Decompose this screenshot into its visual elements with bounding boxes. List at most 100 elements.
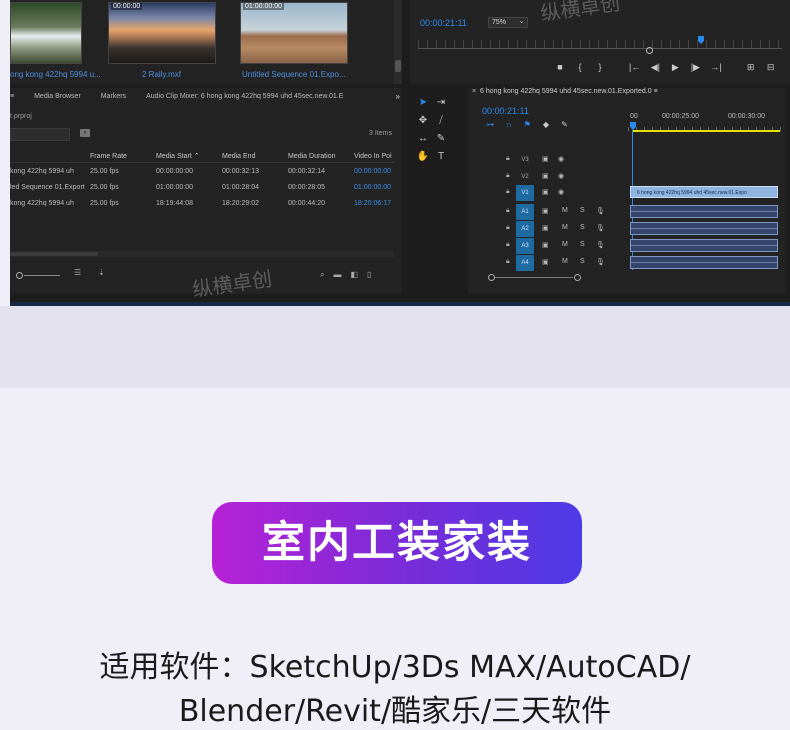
zoom-slider-track[interactable] <box>24 275 60 276</box>
extract-button[interactable]: ⊟ <box>766 62 776 73</box>
table-row[interactable]: kong 422hq 5994 uh 25.00 fps 00:00:00:00… <box>10 163 394 180</box>
thumbnail-label[interactable]: ong kong 422hq 5994 u... <box>10 70 101 79</box>
tab-markers[interactable]: Markers <box>95 90 140 104</box>
lock-icon[interactable]: 🔒︎ <box>506 224 510 232</box>
eye-icon[interactable]: ◉ <box>558 188 564 196</box>
new-item-icon[interactable]: ◧ <box>350 270 358 280</box>
thumbnail-label[interactable]: 2 Rally.mxf <box>142 70 181 79</box>
column-header[interactable]: Media End <box>222 150 288 163</box>
find-icon[interactable]: ⌕ <box>320 270 324 280</box>
audio-clip[interactable] <box>630 239 778 252</box>
mark-in-button[interactable]: { <box>575 62 585 73</box>
lock-icon[interactable]: 🔒︎ <box>506 188 510 196</box>
add-marker-button[interactable]: ■ <box>555 62 565 73</box>
play-button[interactable]: ▶ <box>670 62 680 73</box>
zoom-slider-handle[interactable] <box>16 272 23 279</box>
tab-media-browser[interactable]: Media Browser <box>28 90 95 104</box>
pen-tool-icon[interactable]: ✎ <box>434 132 448 146</box>
go-to-out-button[interactable]: →| <box>710 62 721 73</box>
scroll-handle-right[interactable] <box>574 274 581 281</box>
audio-clip[interactable] <box>630 222 778 235</box>
track-label[interactable]: V3 <box>516 152 534 168</box>
program-zoom-knob[interactable] <box>646 47 653 54</box>
more-tabs-icon[interactable]: » <box>396 92 400 101</box>
step-forward-button[interactable]: |▶ <box>690 62 700 73</box>
sync-icon[interactable]: ▣ <box>542 172 549 180</box>
selection-tool-icon[interactable]: ➤ <box>416 96 430 110</box>
microphone-icon[interactable]: 🎙︎ <box>596 224 605 232</box>
solo-button[interactable]: S <box>580 207 585 214</box>
lock-icon[interactable]: 🔒︎ <box>506 207 510 215</box>
microphone-icon[interactable]: 🎙︎ <box>596 258 605 266</box>
linked-selection-icon[interactable]: ⚑ <box>524 120 531 129</box>
thumbnail-waterfall[interactable] <box>10 2 82 64</box>
column-header[interactable]: Media Duration <box>288 150 354 163</box>
freeform-view-icon[interactable]: ⇣ <box>98 268 105 277</box>
sequence-tab[interactable]: × 6 hong kong 422hq 5994 uhd 45sec.new.0… <box>472 88 658 95</box>
settings-wrench-icon[interactable]: ✎ <box>561 120 568 129</box>
sync-icon[interactable]: ▣ <box>542 155 549 163</box>
table-scrollbar[interactable] <box>10 251 394 257</box>
column-header[interactable]: Media Start ⌃ <box>156 150 222 163</box>
microphone-icon[interactable]: 🎙︎ <box>596 207 605 215</box>
zoom-select[interactable]: 75% <box>488 16 528 28</box>
video-clip[interactable]: 6 hong kong 422hq 5994 uhd 45sec.new.01.… <box>630 186 778 198</box>
lock-icon[interactable]: 🔒︎ <box>506 172 510 180</box>
solo-button[interactable]: S <box>580 224 585 231</box>
snap-icon[interactable]: ∩ <box>506 120 512 129</box>
add-marker-icon[interactable]: ◆ <box>543 120 549 129</box>
close-icon[interactable]: × <box>472 88 476 95</box>
type-tool-icon[interactable]: T <box>434 150 448 164</box>
timeline-ruler[interactable]: 00 00:00:25:00 00:00:30:00 <box>628 108 786 131</box>
solo-button[interactable]: S <box>580 258 585 265</box>
sync-icon[interactable]: ▣ <box>542 258 549 266</box>
track-label[interactable]: A1 <box>516 204 534 220</box>
eye-icon[interactable]: ◉ <box>558 172 564 180</box>
mute-button[interactable]: M <box>562 207 568 214</box>
clear-icon[interactable]: ▯ <box>367 270 371 280</box>
step-back-button[interactable]: ◀| <box>650 62 660 73</box>
microphone-icon[interactable]: 🎙︎ <box>596 241 605 249</box>
cell-video-in[interactable]: 00:00:00:00 <box>354 163 394 180</box>
track-label[interactable]: A2 <box>516 221 534 237</box>
search-input[interactable] <box>10 128 70 141</box>
track-label[interactable]: A4 <box>516 255 534 271</box>
lock-icon[interactable]: 🔒︎ <box>506 258 510 266</box>
slip-tool-icon[interactable]: ↔ <box>416 132 430 146</box>
eye-icon[interactable]: ◉ <box>558 155 564 163</box>
hand-tool-icon[interactable]: ✋ <box>416 150 430 164</box>
sync-icon[interactable]: ▣ <box>542 207 549 215</box>
new-bin-icon[interactable]: ⌕ <box>80 129 90 137</box>
track-label[interactable]: V1 <box>516 185 534 201</box>
lift-button[interactable]: ⊞ <box>746 62 756 73</box>
mute-button[interactable]: M <box>562 241 568 248</box>
table-row[interactable]: kong 422hq 5994 uh 25.00 fps 18:19:44:08… <box>10 195 394 211</box>
mute-button[interactable]: M <box>562 224 568 231</box>
table-row[interactable]: led Sequence 01.Export 25.00 fps 01:00:0… <box>10 179 394 195</box>
solo-button[interactable]: S <box>580 241 585 248</box>
track-select-tool-icon[interactable]: ⇥ <box>434 96 448 110</box>
sync-icon[interactable]: ▣ <box>542 188 549 196</box>
ripple-edit-tool-icon[interactable]: ✥ <box>416 114 430 128</box>
sync-icon[interactable]: ▣ <box>542 241 549 249</box>
mute-button[interactable]: M <box>562 258 568 265</box>
column-header-name[interactable] <box>10 150 90 163</box>
nest-icon[interactable]: ⊶ <box>486 120 494 129</box>
thumbnail-sunset[interactable]: 00:00:00 <box>108 2 216 64</box>
new-bin-icon[interactable]: ▬ <box>333 270 341 280</box>
sort-icons-icon[interactable]: ☰ <box>74 268 81 277</box>
thumbnail-label[interactable]: Untitled Sequence 01.Expo... <box>242 70 346 79</box>
timeline-timecode[interactable]: 00:00:21:11 <box>482 106 529 116</box>
program-timecode[interactable]: 00:00:21:11 <box>420 18 467 28</box>
work-area-bar[interactable] <box>632 130 780 132</box>
audio-clip[interactable] <box>630 256 778 269</box>
mark-out-button[interactable]: } <box>595 62 605 73</box>
lock-icon[interactable]: 🔒︎ <box>506 241 510 249</box>
scroll-handle-left[interactable] <box>488 274 495 281</box>
go-to-in-button[interactable]: |← <box>629 62 640 73</box>
bin-scrollbar[interactable] <box>394 0 402 84</box>
tab-audio-clip-mixer[interactable]: Audio Clip Mixer: 6 hong kong 422hq 5994… <box>140 90 357 104</box>
sync-icon[interactable]: ▣ <box>542 224 549 232</box>
razor-tool-icon[interactable]: ⧸ <box>434 114 448 128</box>
timeline-scrollbar[interactable] <box>488 274 581 281</box>
